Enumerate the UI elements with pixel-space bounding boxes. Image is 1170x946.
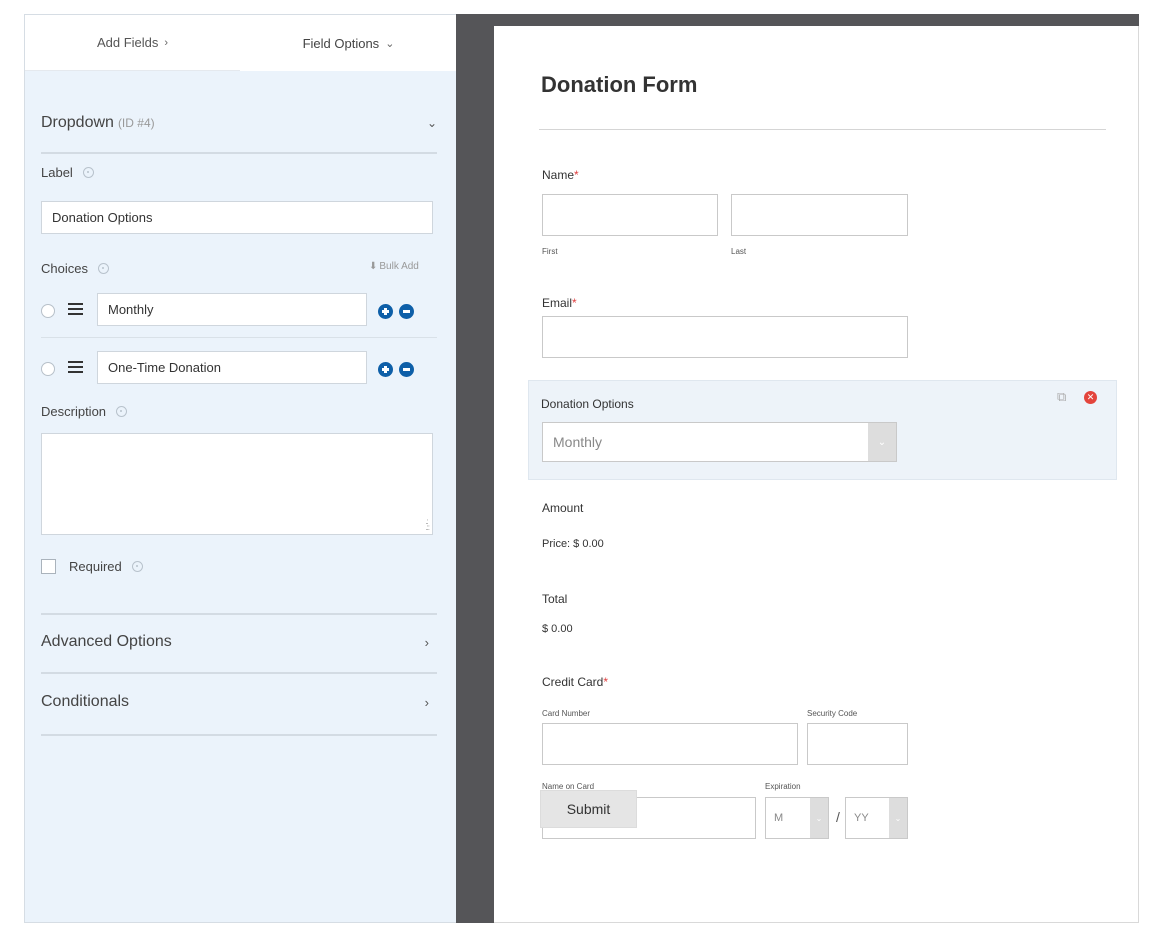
chevron-down-icon: ⌄ xyxy=(889,798,907,838)
divider xyxy=(41,152,437,154)
delete-icon[interactable]: ✕ xyxy=(1084,391,1097,404)
email-label: Email xyxy=(542,296,573,310)
description-textarea[interactable]: .:.:: xyxy=(41,433,433,535)
form-title: Donation Form xyxy=(541,72,698,97)
help-icon[interactable] xyxy=(131,561,143,572)
form-preview: Donation Form Name* First Last Email* Do… xyxy=(494,26,1139,923)
divider xyxy=(41,734,437,736)
field-id: (ID #4) xyxy=(117,116,155,130)
drag-handle-icon[interactable] xyxy=(68,303,83,315)
choice-default-radio[interactable] xyxy=(41,362,55,376)
bulk-add-link[interactable]: ⬇ Bulk Add xyxy=(369,261,419,272)
required-star: * xyxy=(603,675,609,689)
divider xyxy=(41,613,437,615)
required-star: * xyxy=(572,296,577,310)
required-option: Required xyxy=(69,559,143,574)
choice-default-radio[interactable] xyxy=(41,304,55,318)
donation-options-label: Donation Options xyxy=(541,397,634,411)
email-field-label: Email* xyxy=(542,296,577,310)
card-number-input[interactable] xyxy=(542,723,798,765)
choice-input[interactable]: One-Time Donation xyxy=(97,351,367,384)
add-choice-icon[interactable] xyxy=(378,304,393,319)
field-options-panel: Add Fields › Field Options ⌄ Dropdown (ID… xyxy=(24,14,457,923)
total-label: Total xyxy=(542,592,568,606)
expiration-sublabel: Expiration xyxy=(765,782,801,791)
label-input[interactable]: Donation Options xyxy=(41,201,433,234)
download-icon: ⬇ xyxy=(369,261,378,272)
choice-input[interactable]: Monthly xyxy=(97,293,367,326)
field-type-title: Dropdown (ID #4) xyxy=(41,114,155,132)
expiration-slash: / xyxy=(836,809,840,825)
amount-label: Amount xyxy=(542,501,584,515)
required-star: * xyxy=(574,168,579,182)
divider xyxy=(41,337,437,338)
help-icon[interactable] xyxy=(97,263,109,274)
first-name-input[interactable] xyxy=(542,194,718,236)
tab-add-fields[interactable]: Add Fields › xyxy=(25,15,240,71)
panel-divider xyxy=(456,14,494,923)
choices-option-title: Choices xyxy=(41,261,109,276)
amount-price: Price: $ 0.00 xyxy=(542,538,604,550)
selected-field-block[interactable]: Donation Options Monthly ⌄ ⧉ ✕ xyxy=(528,380,1117,480)
panel-tabs: Add Fields › Field Options ⌄ xyxy=(25,15,457,71)
label-input-value: Donation Options xyxy=(52,210,153,225)
expiration-year-select[interactable]: YY ⌄ xyxy=(845,797,908,839)
resize-grip-icon[interactable]: .:.:: xyxy=(425,518,430,532)
first-name-sublabel: First xyxy=(542,247,558,256)
email-input[interactable] xyxy=(542,316,908,358)
help-icon[interactable] xyxy=(82,167,94,178)
security-code-sublabel: Security Code xyxy=(807,709,858,718)
conditionals-toggle[interactable]: Conditionals › xyxy=(41,693,437,711)
preview-top-bar xyxy=(494,14,1139,26)
chevron-down-icon: ⌄ xyxy=(810,798,828,838)
chevron-right-icon: › xyxy=(424,634,429,650)
tab-field-options-label: Field Options xyxy=(302,35,380,51)
last-name-sublabel: Last xyxy=(731,247,747,256)
chevron-down-icon: ⌄ xyxy=(868,423,896,461)
credit-card-label: Credit Card xyxy=(542,675,604,689)
name-field-label: Name* xyxy=(542,168,579,182)
security-code-input[interactable] xyxy=(807,723,908,765)
tab-field-options[interactable]: Field Options ⌄ xyxy=(240,15,457,71)
description-option-title: Description xyxy=(41,404,128,419)
required-checkbox[interactable] xyxy=(41,559,56,574)
conditionals-label: Conditionals xyxy=(41,693,130,710)
expiration-month-select[interactable]: M ⌄ xyxy=(765,797,829,839)
label-title: Label xyxy=(41,165,73,180)
duplicate-icon[interactable]: ⧉ xyxy=(1057,389,1066,405)
description-title: Description xyxy=(41,404,107,419)
advanced-options-toggle[interactable]: Advanced Options › xyxy=(41,633,437,651)
expiration-month-value: M xyxy=(774,812,784,824)
submit-button[interactable]: Submit xyxy=(540,790,637,828)
help-icon[interactable] xyxy=(116,406,128,417)
choice-value: Monthly xyxy=(108,302,154,317)
add-choice-icon[interactable] xyxy=(378,362,393,377)
chevron-down-icon: ⌄ xyxy=(385,37,395,50)
label-option-title: Label xyxy=(41,165,94,180)
total-value: $ 0.00 xyxy=(542,623,573,635)
expiration-year-value: YY xyxy=(854,812,869,824)
chevron-right-icon: › xyxy=(424,694,429,710)
tab-add-fields-label: Add Fields xyxy=(96,35,159,50)
chevron-right-icon: › xyxy=(164,36,169,49)
advanced-options-label: Advanced Options xyxy=(41,633,172,650)
credit-card-field-label: Credit Card* xyxy=(542,675,608,689)
donation-selected-value: Monthly xyxy=(553,434,603,450)
remove-choice-icon[interactable] xyxy=(399,362,414,377)
divider xyxy=(41,672,437,674)
field-section-header[interactable]: Dropdown (ID #4) ⌄ xyxy=(41,109,437,137)
card-number-sublabel: Card Number xyxy=(542,709,591,718)
drag-handle-icon[interactable] xyxy=(68,361,83,373)
divider xyxy=(539,129,1106,130)
name-label: Name xyxy=(542,168,575,182)
remove-choice-icon[interactable] xyxy=(399,304,414,319)
choice-value: One-Time Donation xyxy=(108,360,221,375)
bulk-add-label: Bulk Add xyxy=(379,261,419,272)
choices-title: Choices xyxy=(41,261,88,276)
last-name-input[interactable] xyxy=(731,194,908,236)
collapse-chevron-icon[interactable]: ⌄ xyxy=(427,116,437,130)
donation-options-select[interactable]: Monthly ⌄ xyxy=(542,422,897,462)
required-label: Required xyxy=(69,559,122,574)
field-type-name: Dropdown xyxy=(41,114,114,131)
